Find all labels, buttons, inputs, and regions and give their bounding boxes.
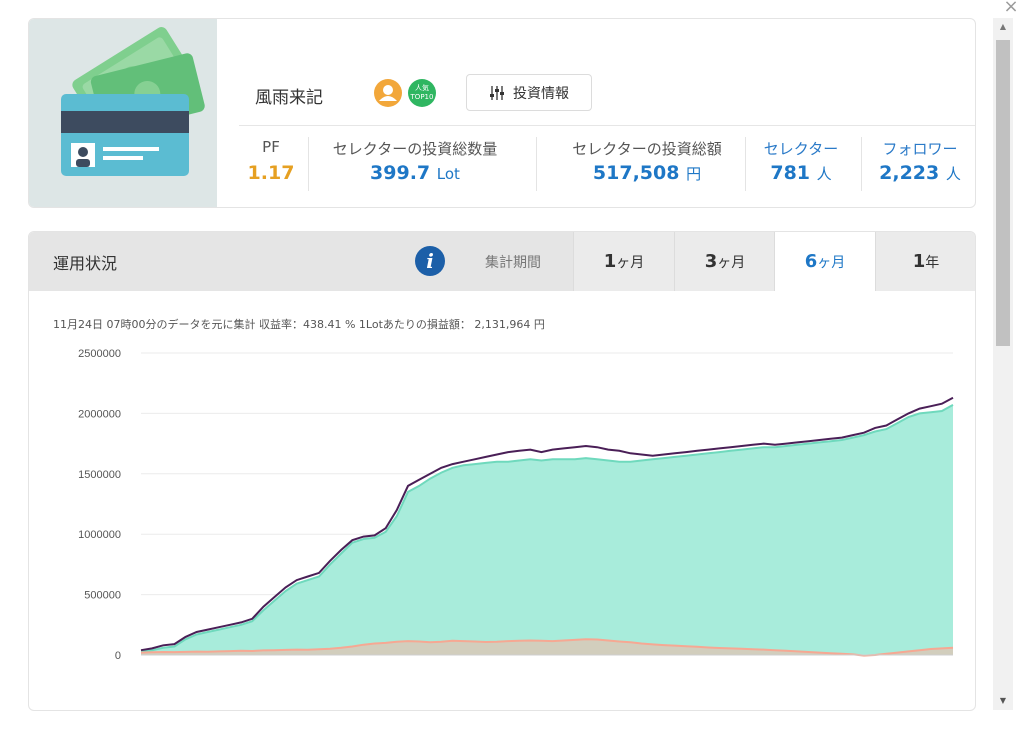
scroll-down-arrow-icon[interactable]: ▼ bbox=[993, 696, 1013, 706]
stat-selectors-number: 781 bbox=[770, 162, 811, 184]
divider bbox=[239, 125, 975, 126]
stat-total-lot-number: 399.7 bbox=[370, 162, 431, 184]
close-icon[interactable]: × bbox=[1001, 0, 1021, 18]
stat-total-amount-unit: 円 bbox=[686, 165, 702, 183]
scrollbar[interactable]: ▲ ▼ bbox=[993, 18, 1013, 710]
area-series-fill bbox=[141, 404, 953, 655]
scroll-up-arrow-icon[interactable]: ▲ bbox=[993, 22, 1013, 32]
y-tick-label: 1500000 bbox=[78, 469, 121, 481]
invest-info-label: 投資情報 bbox=[513, 85, 569, 102]
invest-info-button[interactable]: 投資情報 bbox=[466, 74, 592, 111]
stat-followers-unit: 人 bbox=[945, 165, 961, 183]
stat-pf-value: 1.17 bbox=[247, 162, 295, 184]
thumbnail-image bbox=[29, 19, 217, 207]
stat-selectors-label[interactable]: セレクター bbox=[749, 138, 853, 158]
y-tick-label: 2000000 bbox=[78, 408, 121, 420]
stat-total-amount: セレクターの投資総額 517,508 円 bbox=[547, 138, 747, 184]
stat-pf-label: PF bbox=[262, 138, 280, 156]
performance-panel: 運用状況 i 集計期間 1ヶ月 3ヶ月 6ヶ月 1年 11月24日 07時00分… bbox=[28, 231, 976, 711]
stat-total-amount-number: 517,508 bbox=[592, 162, 680, 184]
scroll-thumb[interactable] bbox=[996, 40, 1010, 346]
trader-name: 風雨来記 bbox=[255, 88, 323, 108]
popular-badge-icon: 人気 TOP10 bbox=[408, 79, 436, 107]
stat-selectors-unit: 人 bbox=[816, 165, 832, 183]
credit-card-icon bbox=[61, 27, 205, 176]
sliders-icon bbox=[490, 85, 504, 100]
divider bbox=[861, 137, 862, 191]
y-tick-label: 0 bbox=[115, 650, 121, 662]
profile-card: 風雨来記 人気 TOP10 投資情報 PF 1.17 セレクターの投資総数量 3… bbox=[28, 18, 976, 208]
divider bbox=[308, 137, 309, 191]
stat-total-lot-unit: Lot bbox=[436, 165, 460, 183]
y-tick-label: 500000 bbox=[84, 590, 121, 602]
stat-total-lot: セレクターの投資総数量 399.7 Lot bbox=[315, 138, 515, 184]
stat-total-lot-value: 399.7 Lot bbox=[315, 162, 515, 184]
stat-followers-number: 2,223 bbox=[879, 162, 940, 184]
stat-total-amount-value: 517,508 円 bbox=[547, 162, 747, 184]
stat-followers-value: 2,223 人 bbox=[865, 162, 975, 184]
stat-followers[interactable]: フォロワー 2,223 人 bbox=[865, 138, 975, 184]
stat-followers-label[interactable]: フォロワー bbox=[865, 138, 975, 158]
stat-total-amount-label: セレクターの投資総額 bbox=[572, 140, 722, 158]
divider bbox=[536, 137, 537, 191]
y-tick-label: 1000000 bbox=[78, 529, 121, 541]
divider bbox=[745, 137, 746, 191]
performance-chart: 0 500000 1000000 1500000 2000000 2500000 bbox=[78, 348, 954, 662]
stat-selectors[interactable]: セレクター 781 人 bbox=[749, 138, 853, 184]
stat-pf: PF 1.17 bbox=[237, 138, 305, 184]
person-badge-icon bbox=[374, 79, 402, 107]
y-tick-label: 2500000 bbox=[78, 348, 121, 360]
stat-total-lot-label: セレクターの投資総数量 bbox=[332, 140, 498, 158]
stat-selectors-value: 781 人 bbox=[749, 162, 853, 184]
